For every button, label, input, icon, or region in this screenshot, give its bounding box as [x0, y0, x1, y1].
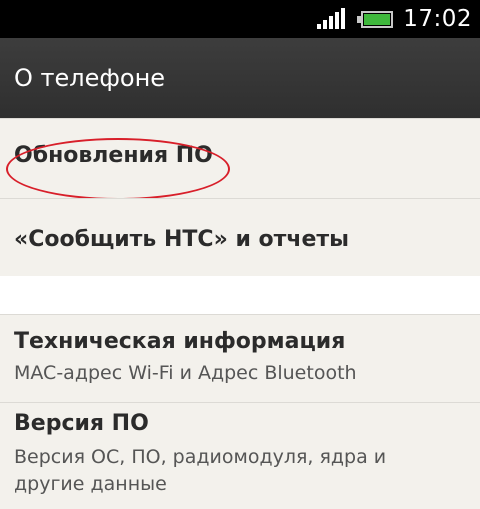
status-indicators: 17:02 [317, 0, 472, 38]
list-item-label: Обновления ПО [14, 143, 213, 168]
list-item-label: «Сообщить HTC» и отчеты [14, 227, 350, 252]
list-item-label: Техническая информация [14, 329, 346, 354]
list-item-software-updates[interactable]: Обновления ПО [0, 118, 480, 200]
list-item-subtitle: Версия ОС, ПО, радиомодуля, ядра и други… [14, 446, 387, 495]
battery-icon [357, 10, 394, 28]
list-item-subtitle: MAC-адрес Wi-Fi и Адрес Bluetooth [14, 362, 357, 384]
signal-icon [317, 8, 346, 29]
list-item-technical-info[interactable]: Техническая информация MAC-адрес Wi-Fi и… [0, 314, 480, 402]
status-bar: 17:02 [0, 0, 480, 38]
settings-list: Обновления ПО «Сообщить HTC» и отчеты Те… [0, 118, 480, 509]
status-clock: 17:02 [403, 6, 472, 32]
page-title: О телефоне [14, 64, 166, 92]
title-bar: О телефоне [0, 38, 480, 118]
section-divider [0, 276, 480, 314]
list-item-software-version[interactable]: Версия ПО Версия ОС, ПО, радиомодуля, яд… [0, 402, 480, 509]
list-item-tell-htc[interactable]: «Сообщить HTC» и отчеты [0, 198, 480, 276]
list-item-label: Версия ПО [14, 411, 149, 436]
